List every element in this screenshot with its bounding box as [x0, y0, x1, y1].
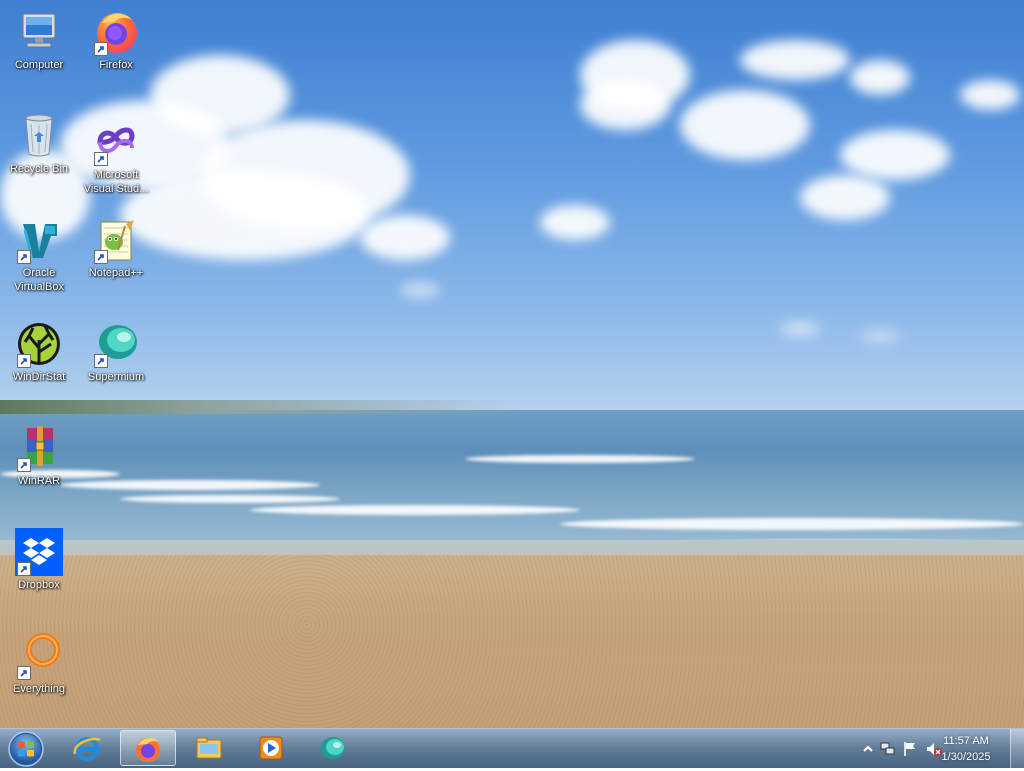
- action-center-flag-icon[interactable]: [902, 741, 918, 757]
- wallpaper-wave: [60, 480, 320, 490]
- wallpaper-wave: [120, 495, 340, 503]
- taskbar: 11:57 AM 1/30/2025: [0, 728, 1024, 768]
- desktop-icon-notepad-plus-plus[interactable]: Notepad++: [78, 216, 154, 280]
- wallpaper-cloud: [120, 170, 370, 260]
- shortcut-arrow-icon: [94, 354, 108, 368]
- clock-time: 11:57 AM: [943, 735, 989, 747]
- wallpaper-cloud: [540, 205, 610, 240]
- desktop-icon-supermium[interactable]: Supermium: [78, 320, 154, 384]
- wallpaper-cloud: [850, 60, 910, 95]
- computer-icon: [15, 8, 63, 56]
- taskbar-clock[interactable]: 11:57 AM 1/30/2025: [934, 733, 998, 765]
- desktop-icon-visual-studio[interactable]: Microsoft Visual Stud...: [78, 118, 154, 196]
- taskbar-button-firefox[interactable]: [120, 730, 176, 766]
- show-hidden-icons-icon[interactable]: [860, 741, 876, 757]
- internet-explorer-icon: [73, 737, 101, 761]
- dropbox-icon: [15, 528, 63, 576]
- wallpaper-cloud: [360, 215, 450, 260]
- firefox-icon: [136, 738, 160, 762]
- windows-start-icon: [8, 731, 44, 767]
- desktop-icon-label: Everything: [13, 683, 65, 695]
- supermium-icon: [321, 737, 345, 759]
- visual-studio-icon: [92, 118, 140, 166]
- desktop-icon-label: Oracle VirtualBox: [14, 267, 64, 293]
- virtualbox-icon: [15, 216, 63, 264]
- recycle-bin-icon: [15, 112, 63, 160]
- wallpaper-wave: [465, 455, 695, 463]
- everything-icon: [15, 632, 63, 680]
- start-button[interactable]: [6, 731, 46, 767]
- desktop-icon-everything[interactable]: Everything: [1, 632, 77, 696]
- file-explorer-icon: [196, 737, 222, 759]
- desktop-icon-label: Firefox: [99, 59, 133, 71]
- shortcut-arrow-icon: [94, 152, 108, 166]
- taskbar-button-file-explorer[interactable]: [182, 730, 238, 766]
- network-icon[interactable]: [880, 741, 896, 757]
- taskbar-button-supermium[interactable]: [306, 730, 362, 766]
- shortcut-arrow-icon: [17, 666, 31, 680]
- wallpaper-cloud: [780, 322, 820, 336]
- wallpaper-cloud: [580, 80, 670, 130]
- shortcut-arrow-icon: [94, 250, 108, 264]
- desktop-icon-windirstat[interactable]: WinDirStat: [1, 320, 77, 384]
- shortcut-arrow-icon: [17, 562, 31, 576]
- show-desktop-button[interactable]: [1010, 729, 1024, 768]
- desktop-icon-label: Recycle Bin: [9, 163, 69, 175]
- desktop-icon-recycle-bin[interactable]: Recycle Bin: [1, 112, 77, 176]
- wallpaper-wave: [250, 505, 580, 515]
- wallpaper-cloud: [840, 130, 950, 180]
- wallpaper-horizon-land: [0, 400, 520, 414]
- windirstat-icon: [15, 320, 63, 368]
- shortcut-arrow-icon: [17, 250, 31, 264]
- shortcut-arrow-icon: [17, 458, 31, 472]
- desktop-icon-label: Computer: [14, 59, 64, 71]
- wallpaper-cloud: [740, 40, 850, 80]
- desktop-icon-label: WinRAR: [17, 475, 61, 487]
- shortcut-arrow-icon: [17, 354, 31, 368]
- shortcut-arrow-icon: [94, 42, 108, 56]
- desktop-icon-label: Supermium: [87, 371, 145, 383]
- desktop-icon-label: Microsoft Visual Stud...: [83, 169, 149, 195]
- firefox-icon: [92, 8, 140, 56]
- wallpaper-wave: [560, 518, 1024, 530]
- wallpaper-cloud: [680, 90, 810, 160]
- media-player-icon: [259, 736, 283, 760]
- wallpaper-cloud: [860, 330, 900, 342]
- taskbar-button-internet-explorer[interactable]: [60, 730, 116, 766]
- desktop-icon-computer[interactable]: Computer: [1, 8, 77, 72]
- desktop-icon-winrar[interactable]: WinRAR: [1, 424, 77, 488]
- supermium-icon: [92, 320, 140, 368]
- notepad-plus-plus-icon: [92, 216, 140, 264]
- desktop-icon-dropbox[interactable]: Dropbox: [1, 528, 77, 592]
- wallpaper-cloud: [800, 175, 890, 220]
- wallpaper-cloud: [400, 282, 440, 298]
- desktop-icon-label: WinDirStat: [12, 371, 66, 383]
- desktop-icon-label: Dropbox: [18, 579, 60, 591]
- clock-date: 1/30/2025: [941, 751, 991, 763]
- wallpaper-sand: [0, 555, 1024, 728]
- wallpaper-cloud: [960, 80, 1020, 110]
- desktop-icon-virtualbox[interactable]: Oracle VirtualBox: [1, 216, 77, 294]
- desktop-icon-label: Notepad++: [88, 267, 144, 279]
- desktop-icon-firefox[interactable]: Firefox: [78, 8, 154, 72]
- taskbar-button-media-player[interactable]: [244, 730, 300, 766]
- winrar-icon: [15, 424, 63, 472]
